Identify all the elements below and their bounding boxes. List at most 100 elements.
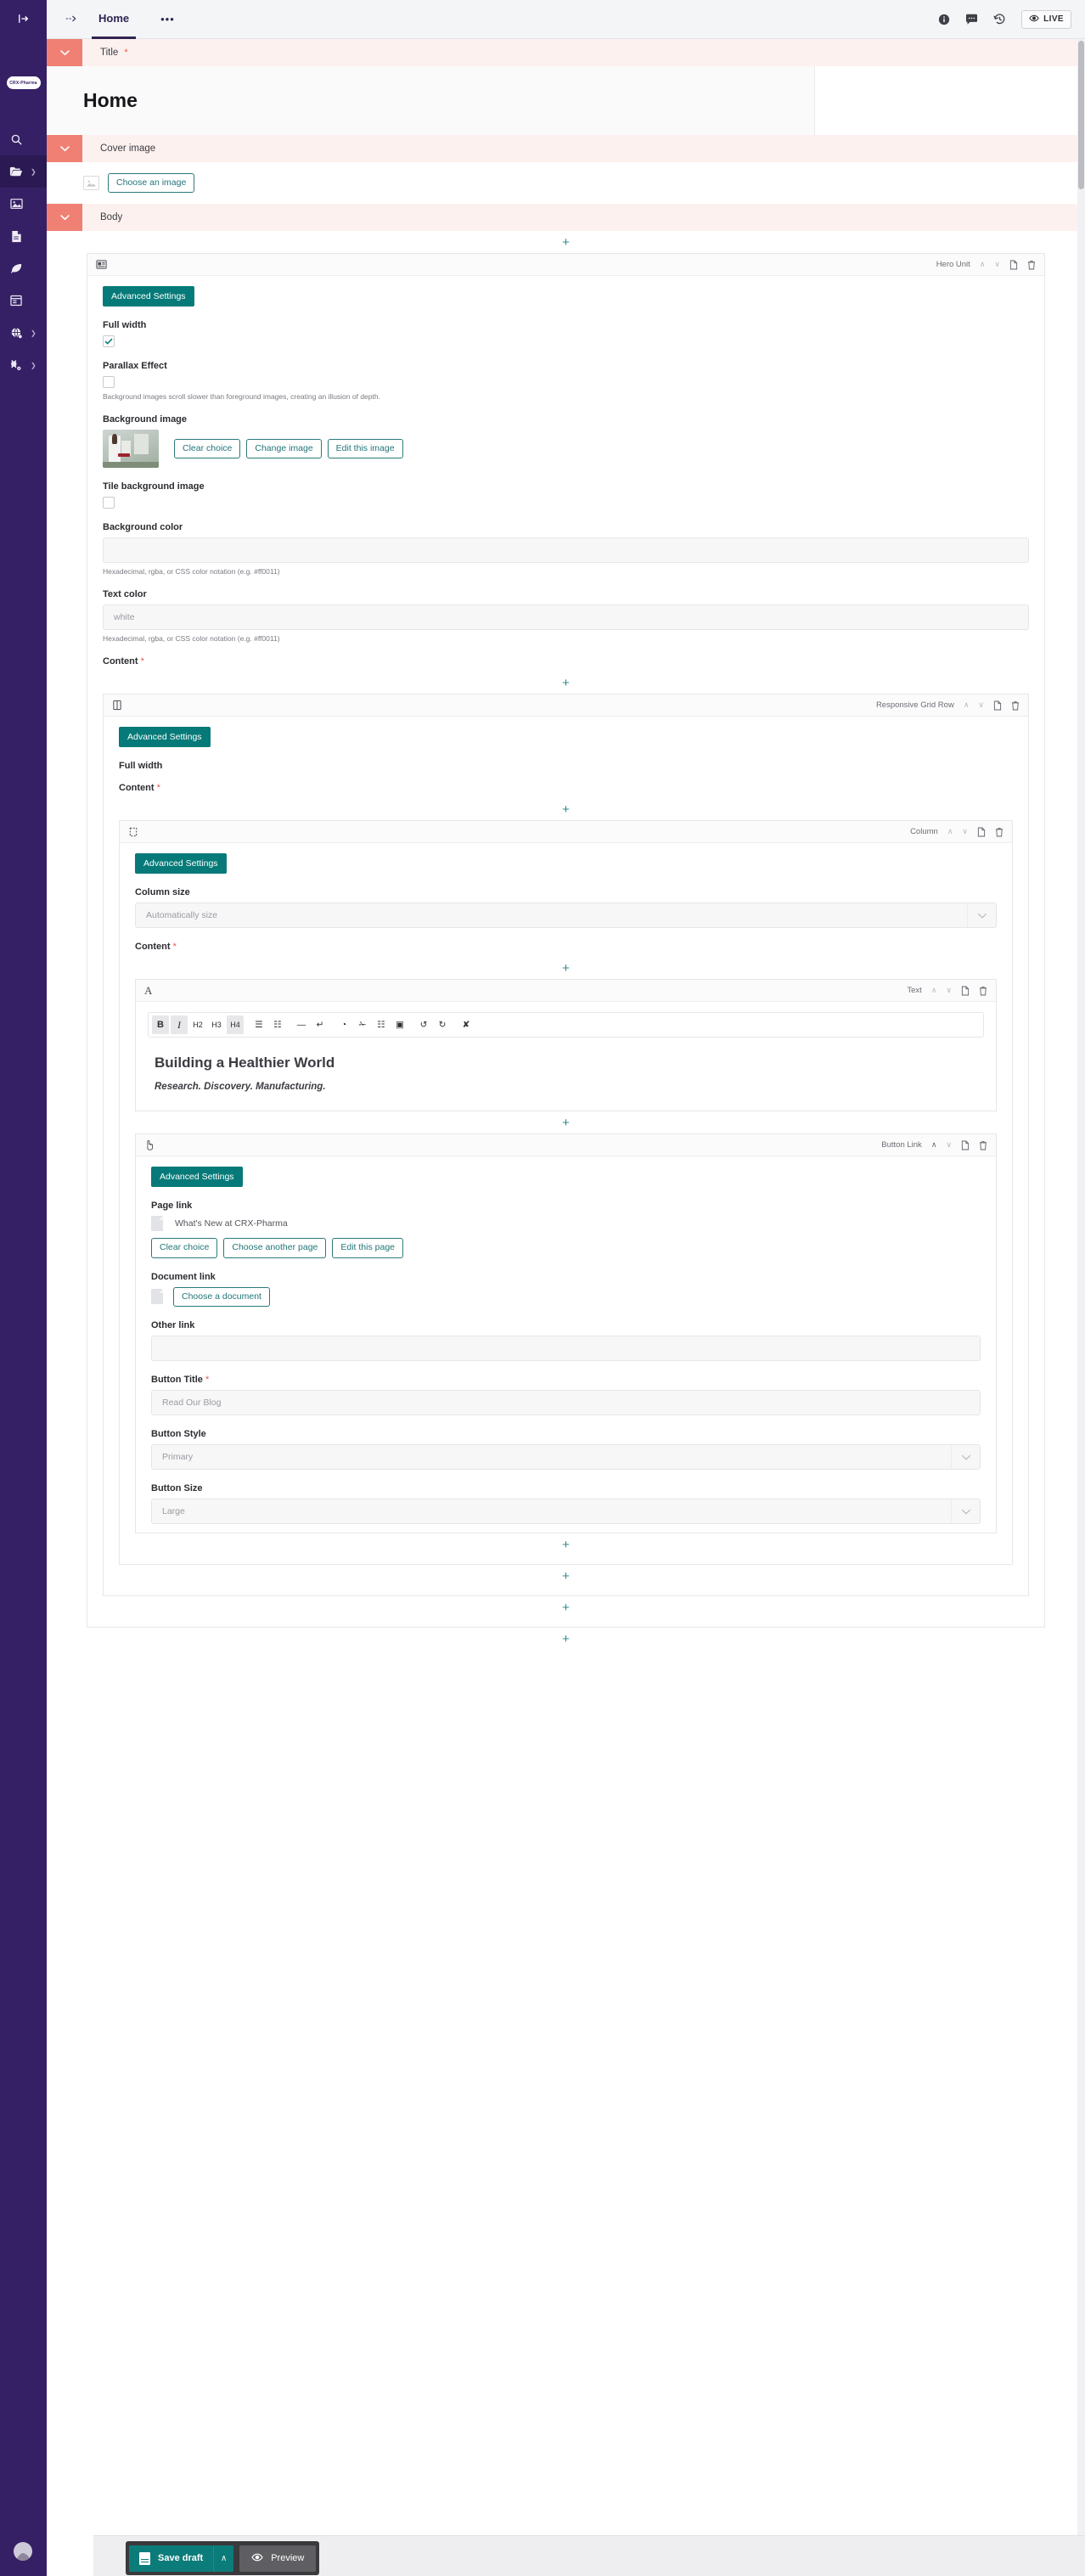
add-block-button-after-text[interactable]: +: [135, 1111, 997, 1133]
move-block-up-button[interactable]: ∧: [931, 986, 937, 995]
clear-choice-button-bg-image[interactable]: Clear choice: [174, 439, 240, 459]
comment-icon[interactable]: [965, 14, 978, 25]
rte-remove-format-button[interactable]: ✘: [458, 1015, 475, 1034]
button-size-select[interactable]: Large: [151, 1499, 981, 1524]
rte-redo-button[interactable]: ↻: [434, 1015, 451, 1034]
trash-icon[interactable]: [1011, 700, 1020, 711]
button-title-input[interactable]: Read Our Blog: [151, 1390, 981, 1415]
choose-a-document-button[interactable]: Choose a document: [173, 1287, 270, 1308]
sidebar-item-media[interactable]: [0, 188, 47, 220]
checkbox-parallax-effect[interactable]: [103, 376, 115, 388]
rte-insert-image-button[interactable]: ▣: [391, 1015, 408, 1034]
sidebar-item-content[interactable]: ❯: [0, 155, 47, 188]
rte-unordered-list-button[interactable]: ☷: [269, 1015, 286, 1034]
sidebar-item-components[interactable]: [0, 252, 47, 284]
advanced-settings-button-button-link[interactable]: Advanced Settings: [151, 1167, 243, 1187]
change-image-button[interactable]: Change image: [246, 439, 321, 459]
avatar[interactable]: [14, 2542, 32, 2561]
section-collapse-body[interactable]: [47, 204, 82, 231]
add-block-button-hero-end[interactable]: +: [103, 1596, 1029, 1618]
add-block-button-grid-end[interactable]: +: [119, 1565, 1013, 1587]
background-image-thumbnail[interactable]: [103, 430, 159, 468]
page-title[interactable]: Home: [47, 66, 138, 135]
text-color-input[interactable]: white: [103, 605, 1029, 630]
move-block-down-button[interactable]: ∨: [946, 1140, 952, 1150]
add-block-button-hero-content[interactable]: +: [103, 672, 1029, 694]
move-block-up-button[interactable]: ∧: [931, 1140, 937, 1150]
add-block-button-body-end[interactable]: +: [47, 1628, 1085, 1650]
save-draft-button[interactable]: Save draft: [129, 2545, 213, 2572]
tab-home[interactable]: Home: [92, 0, 136, 39]
rte-horizontal-rule-button[interactable]: —: [293, 1015, 310, 1034]
button-style-select[interactable]: Primary: [151, 1444, 981, 1470]
trash-icon[interactable]: [979, 986, 987, 996]
add-block-button-top[interactable]: +: [47, 231, 1085, 253]
overflow-menu-button[interactable]: •••: [160, 13, 175, 25]
sidebar-item-documents[interactable]: [0, 220, 47, 252]
live-status-badge[interactable]: LIVE: [1021, 10, 1071, 29]
move-block-up-button[interactable]: ∧: [964, 700, 970, 710]
background-color-input[interactable]: [103, 537, 1029, 563]
block-header-button-link: Button Link ∧ ∨: [136, 1134, 996, 1156]
rte-insert-document-button[interactable]: ☷: [373, 1015, 390, 1034]
choose-another-page-button[interactable]: Choose another page: [223, 1238, 326, 1258]
block-name-grid-row: Responsive Grid Row: [876, 700, 954, 710]
column-size-select[interactable]: Automatically size: [135, 903, 997, 928]
rte-link-button[interactable]: ✁: [354, 1015, 371, 1034]
rte-heading-4-button[interactable]: H4: [227, 1015, 244, 1034]
save-options-caret[interactable]: ∧: [213, 2545, 233, 2572]
trash-icon[interactable]: [1027, 260, 1036, 270]
sidebar-item-sites[interactable]: ❯: [0, 317, 47, 349]
copy-icon[interactable]: [961, 986, 970, 996]
rte-line-break-button[interactable]: ↵: [312, 1015, 329, 1034]
advanced-settings-button-column[interactable]: Advanced Settings: [135, 853, 227, 874]
arrow-right-dashed-icon[interactable]: [65, 14, 78, 25]
copy-icon[interactable]: [993, 700, 1002, 711]
add-block-button-grid-content[interactable]: +: [119, 798, 1013, 820]
rte-heading-2-button[interactable]: H2: [189, 1015, 206, 1034]
scrollbar-thumb[interactable]: [1078, 41, 1084, 189]
sidebar-item-search[interactable]: [0, 123, 47, 155]
move-block-up-button[interactable]: ∧: [947, 827, 953, 836]
copy-icon[interactable]: [977, 827, 986, 837]
checkbox-full-width[interactable]: [103, 335, 115, 347]
rail-collapse-button[interactable]: [0, 0, 47, 39]
sidebar-item-forms[interactable]: [0, 284, 47, 317]
edit-this-page-button[interactable]: Edit this page: [332, 1238, 403, 1258]
add-block-button-column-content[interactable]: +: [135, 957, 997, 979]
block-responsive-grid-row: Responsive Grid Row ∧ ∨: [103, 694, 1029, 1596]
move-block-up-button[interactable]: ∧: [980, 260, 986, 269]
vertical-scrollbar[interactable]: [1077, 39, 1085, 2576]
info-icon[interactable]: [938, 14, 950, 25]
move-block-down-button[interactable]: ∨: [946, 986, 952, 995]
move-block-down-button[interactable]: ∨: [978, 700, 984, 710]
advanced-settings-button-hero[interactable]: Advanced Settings: [103, 286, 194, 307]
preview-button[interactable]: Preview: [239, 2545, 316, 2572]
move-block-down-button[interactable]: ∨: [962, 827, 968, 836]
trash-icon[interactable]: [979, 1140, 987, 1150]
site-logo-badge[interactable]: CRX-Pharma: [7, 76, 41, 89]
add-block-button-column-end[interactable]: +: [135, 1533, 997, 1555]
other-link-input[interactable]: [151, 1336, 981, 1361]
advanced-settings-button-grid-row[interactable]: Advanced Settings: [119, 727, 211, 747]
choose-an-image-button[interactable]: Choose an image: [108, 173, 194, 194]
help-background-color: Hexadecimal, rgba, or CSS color notation…: [103, 567, 1029, 576]
rte-undo-button[interactable]: ↺: [415, 1015, 432, 1034]
trash-icon[interactable]: [995, 827, 1003, 837]
copy-icon[interactable]: [961, 1140, 970, 1150]
section-collapse-title[interactable]: [47, 39, 82, 66]
rte-anchor-button[interactable]: ◔: [335, 1015, 352, 1034]
checkbox-tile-background-image[interactable]: [103, 497, 115, 509]
rte-heading-3-button[interactable]: H3: [208, 1015, 225, 1034]
sidebar-item-settings[interactable]: ❯: [0, 349, 47, 381]
rich-text-content[interactable]: Building a Healthier World Research. Dis…: [136, 1038, 996, 1111]
rte-ordered-list-button[interactable]: ☰: [250, 1015, 267, 1034]
section-collapse-cover-image[interactable]: [47, 135, 82, 162]
history-icon[interactable]: [993, 13, 1006, 25]
edit-this-image-button[interactable]: Edit this image: [328, 439, 403, 459]
rte-bold-button[interactable]: B: [152, 1015, 169, 1034]
move-block-down-button[interactable]: ∨: [994, 260, 1000, 269]
copy-icon[interactable]: [1009, 260, 1018, 270]
rte-italic-button[interactable]: I: [171, 1015, 188, 1034]
clear-choice-button-page-link[interactable]: Clear choice: [151, 1238, 217, 1258]
